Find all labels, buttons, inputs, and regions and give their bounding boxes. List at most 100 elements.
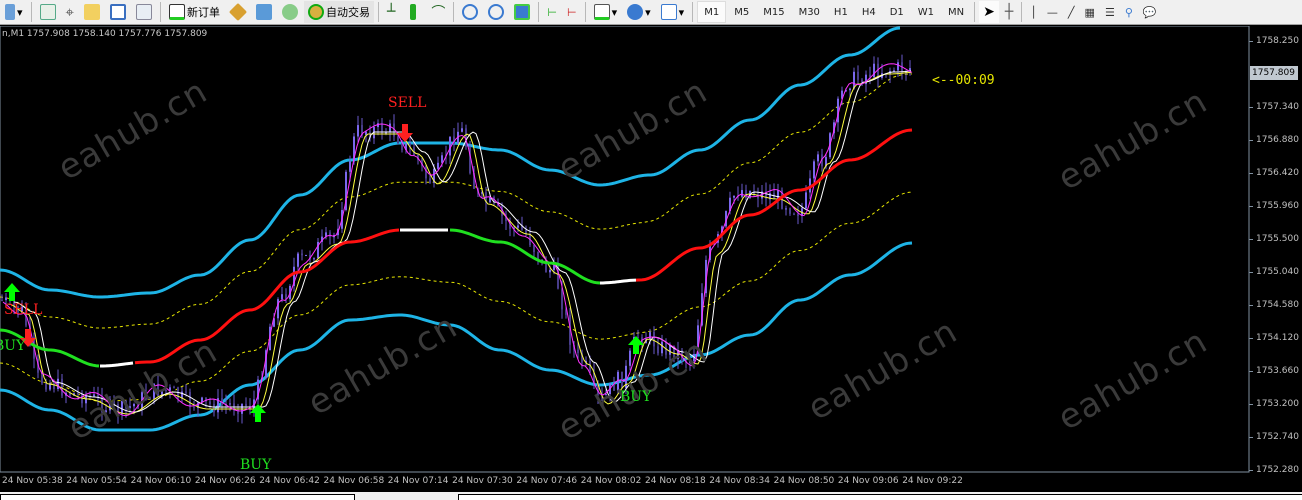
candle-body bbox=[649, 332, 651, 340]
auto-trading-button[interactable]: 自动交易 bbox=[303, 1, 374, 23]
candle-body bbox=[873, 63, 875, 78]
timeframe-m30[interactable]: M30 bbox=[793, 1, 826, 23]
candle-body bbox=[305, 255, 307, 257]
favorites-button[interactable] bbox=[80, 1, 104, 23]
timeframe-h1[interactable]: H1 bbox=[828, 1, 854, 23]
zoom-in-icon bbox=[462, 4, 479, 20]
candle-body bbox=[461, 128, 463, 132]
price-tick bbox=[1249, 338, 1253, 339]
navigator-button[interactable] bbox=[106, 1, 130, 23]
candle-body bbox=[785, 208, 787, 210]
price-label: 1752.280 bbox=[1256, 465, 1299, 475]
autoscroll-icon: ⊢ bbox=[567, 5, 577, 19]
candle-body bbox=[313, 258, 315, 260]
candle-body bbox=[173, 387, 175, 389]
cursor-button[interactable]: ➤ bbox=[979, 1, 999, 23]
crosshair-icon: ⌖ bbox=[65, 3, 74, 21]
fibonacci-button[interactable]: ☰ bbox=[1101, 1, 1119, 23]
timeframe-mn[interactable]: MN bbox=[942, 1, 970, 23]
chart-shift-icon: ⊢ bbox=[547, 5, 558, 19]
candle-body bbox=[105, 410, 107, 413]
candle-body bbox=[397, 136, 399, 144]
terminal-icon bbox=[255, 4, 272, 20]
timeframe-m15[interactable]: M15 bbox=[757, 1, 790, 23]
list-icon bbox=[109, 4, 126, 20]
market-watch-button[interactable] bbox=[36, 1, 60, 23]
price-chart[interactable] bbox=[0, 26, 1302, 492]
periods-button[interactable]: ▾ bbox=[623, 1, 655, 23]
templates-button[interactable]: ▾ bbox=[657, 1, 689, 23]
buy-signal-label: BUY bbox=[240, 457, 272, 473]
candle-body bbox=[97, 394, 99, 398]
bar-chart-button[interactable]: ┴ bbox=[383, 1, 399, 23]
search-icon: ⚲ bbox=[1124, 5, 1133, 19]
time-label: 24 Nov 07:46 bbox=[516, 476, 578, 486]
vertical-line-icon: │ bbox=[1030, 5, 1037, 19]
line-chart-button[interactable]: ⌒ bbox=[427, 1, 449, 23]
timeframe-w1[interactable]: W1 bbox=[912, 1, 940, 23]
candle-body bbox=[301, 253, 303, 256]
time-label: 24 Nov 07:30 bbox=[452, 476, 513, 486]
candle-body bbox=[657, 346, 659, 354]
candle-body bbox=[245, 403, 247, 406]
chat-button[interactable]: 💬 bbox=[1139, 1, 1161, 23]
separator bbox=[30, 2, 32, 22]
time-label: 24 Nov 07:14 bbox=[387, 476, 449, 486]
candle-body bbox=[849, 88, 851, 91]
vertical-line-button[interactable]: │ bbox=[1026, 1, 1041, 23]
chart-shift-button[interactable]: ⊢ bbox=[543, 1, 561, 23]
trendline-button[interactable]: ╱ bbox=[1064, 1, 1079, 23]
time-label: 24 Nov 06:10 bbox=[130, 476, 192, 486]
price-tick bbox=[1249, 206, 1253, 207]
zoom-in-button[interactable] bbox=[458, 1, 482, 23]
candle-body bbox=[349, 161, 351, 172]
metaeditor-button[interactable] bbox=[226, 1, 250, 23]
timeframe-d1[interactable]: D1 bbox=[884, 1, 910, 23]
price-tick bbox=[1249, 41, 1253, 42]
candle-body bbox=[281, 294, 283, 300]
candle-body bbox=[297, 253, 299, 267]
terminal-button[interactable] bbox=[252, 1, 276, 23]
candle-body bbox=[893, 70, 895, 72]
zoom-out-button[interactable] bbox=[484, 1, 508, 23]
candle-body bbox=[45, 383, 47, 390]
candle-body bbox=[817, 154, 819, 162]
candle-body bbox=[741, 190, 743, 197]
crosshair-tool-button[interactable]: ┼ bbox=[1001, 1, 1017, 23]
price-tick bbox=[1249, 404, 1253, 405]
price-tick bbox=[1249, 305, 1253, 306]
candle-body bbox=[577, 349, 579, 354]
new-order-button[interactable]: 新订单 bbox=[165, 1, 224, 23]
indicators-button[interactable]: ▾ bbox=[590, 1, 622, 23]
tile-windows-button[interactable] bbox=[510, 1, 534, 23]
tester-button[interactable] bbox=[132, 1, 156, 23]
time-label: 24 Nov 08:34 bbox=[709, 476, 770, 486]
candle-body bbox=[549, 269, 551, 273]
buy-signal-label: BUY bbox=[0, 338, 26, 354]
candle-body bbox=[793, 213, 795, 215]
horizontal-line-button[interactable]: — bbox=[1043, 1, 1062, 23]
chart-tab[interactable] bbox=[0, 494, 355, 500]
timeframe-h4[interactable]: H4 bbox=[856, 1, 882, 23]
separator bbox=[453, 2, 455, 22]
separator bbox=[538, 2, 540, 22]
timeframe-m5[interactable]: M5 bbox=[728, 1, 755, 23]
candle-body bbox=[381, 123, 383, 135]
separator bbox=[692, 2, 694, 22]
candle-body bbox=[213, 403, 215, 413]
candle-body bbox=[805, 192, 807, 209]
timeframe-m1[interactable]: M1 bbox=[697, 1, 727, 23]
search-button[interactable]: ⚲ bbox=[1121, 1, 1137, 23]
signals-button[interactable] bbox=[278, 1, 302, 23]
profiles-button[interactable]: ▾ bbox=[1, 1, 27, 23]
autoscroll-button[interactable]: ⊢ bbox=[563, 1, 581, 23]
equidistant-channel-button[interactable]: ▦ bbox=[1081, 1, 1099, 23]
price-label: 1752.740 bbox=[1256, 432, 1299, 442]
chart-tab[interactable] bbox=[458, 494, 1302, 500]
horizontal-line-icon: — bbox=[1046, 5, 1058, 19]
candlestick-button[interactable] bbox=[401, 1, 425, 23]
crosshair-button[interactable]: ⌖ bbox=[62, 1, 78, 23]
toolbar: ▾ ⌖ 新订单 自动交易 ┴ ⌒ ⊢ ⊢ ▾ ▾ ▾ M1 M5 M15 M30 H1 H… bbox=[0, 0, 1302, 25]
signal-icon bbox=[281, 4, 298, 20]
chart-canvas bbox=[0, 26, 1250, 473]
